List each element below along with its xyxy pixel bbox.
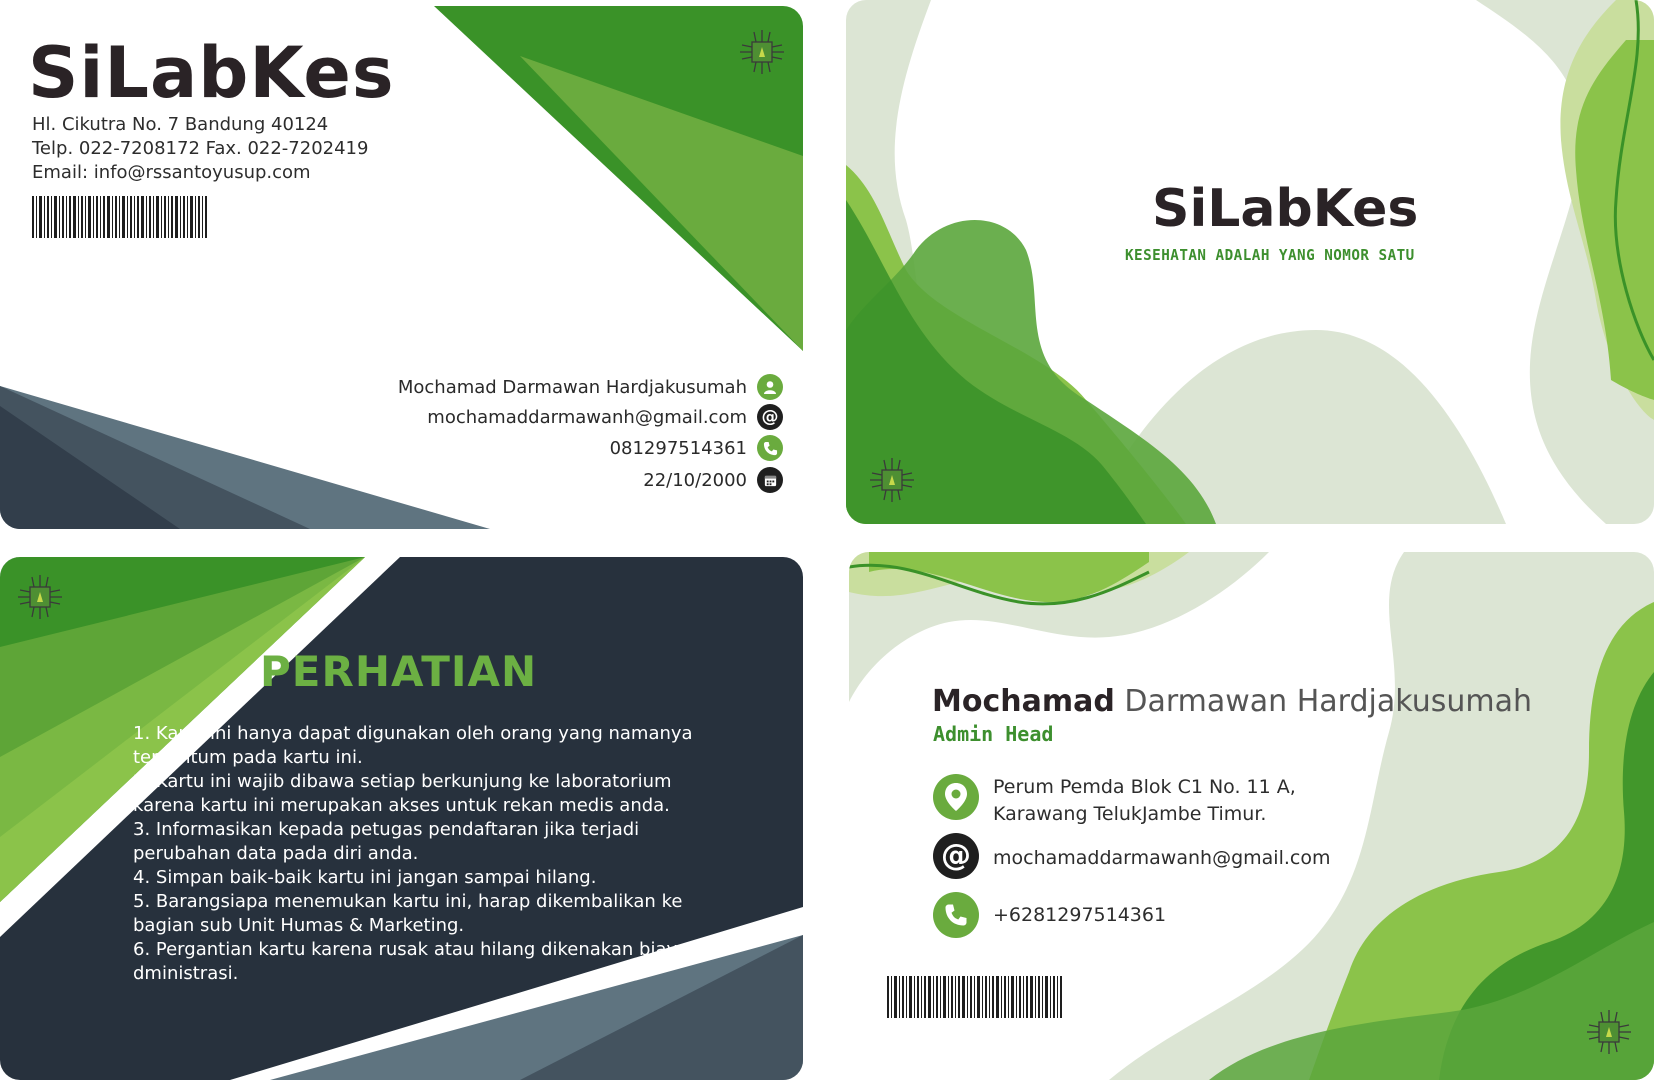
chip-logo-icon: [18, 575, 62, 619]
person-name: Mochamad Darmawan Hardjakusumah: [932, 684, 1532, 719]
contact-date-row: 22/10/2000: [643, 467, 783, 493]
contact-date: 22/10/2000: [643, 469, 747, 491]
user-icon: [757, 374, 783, 400]
phone-text[interactable]: +6281297514361: [993, 904, 1166, 926]
business-card-front: SiLabKes Hl. Cikutra No. 7 Bandung 40124…: [0, 6, 803, 529]
at-icon: @: [757, 404, 783, 430]
contact-phone-row: 081297514361: [610, 435, 783, 461]
rule-line: perubahan data pada diri anda.: [133, 843, 419, 864]
rule-line: bagian sub Unit Humas & Marketing.: [133, 915, 465, 936]
rule-line: 1. Kartu ini hanya dapat digunakan oleh …: [133, 723, 693, 744]
person-last-name: Darmawan Hardjakusumah: [1114, 684, 1532, 719]
location-pin-icon: [933, 774, 979, 820]
chip-logo-icon: [870, 458, 914, 502]
calendar-icon: [757, 467, 783, 493]
chip-logo-icon: [740, 30, 784, 74]
rule-line: 6. Pergantian kartu karena rusak atau hi…: [133, 939, 689, 960]
contact-phone[interactable]: 081297514361: [610, 438, 747, 459]
rule-line: 2. Kartu ini wajib dibawa setiap berkunj…: [133, 771, 672, 792]
person-role: Admin Head: [933, 722, 1054, 746]
contact-email-row: mochamaddarmawanh@gmail.com @: [427, 404, 783, 430]
phone-fax-line: Telp. 022-7208172 Fax. 022-7202419: [32, 138, 369, 159]
phone-icon: [933, 892, 979, 938]
chip-logo-icon: [1587, 1010, 1631, 1054]
person-first-name: Mochamad: [932, 684, 1115, 719]
contact-email[interactable]: mochamaddarmawanh@gmail.com: [427, 407, 747, 428]
rule-line: 3. Informasikan kepada petugas pendaftar…: [133, 819, 640, 840]
business-card-back-profile: Mochamad Darmawan Hardjakusumah Admin He…: [849, 552, 1654, 1080]
brand-title: SiLabKes: [1152, 179, 1419, 239]
at-icon: @: [933, 833, 979, 879]
phone-icon: [757, 435, 783, 461]
business-card-logo-side: SiLabKes KESEHATAN ADALAH YANG NOMOR SAT…: [846, 0, 1654, 524]
barcode-icon: [887, 976, 1062, 1018]
email-line: Email: info@rssantoyusup.com: [32, 162, 311, 183]
rule-line: 4. Simpan baik-baik kartu ini jangan sam…: [133, 867, 597, 888]
address-line: Hl. Cikutra No. 7 Bandung 40124: [32, 114, 329, 135]
address-line-2: Karawang TelukJambe Timur.: [993, 803, 1267, 825]
rule-line: tercantum pada kartu ini.: [133, 747, 363, 768]
notice-heading: PERHATIAN: [260, 647, 538, 696]
rule-line: karena kartu ini merupakan akses untuk r…: [133, 795, 670, 816]
business-card-back-notice: PERHATIAN 1. Kartu ini hanya dapat digun…: [0, 557, 803, 1080]
barcode-icon: [32, 196, 207, 238]
contact-name: Mochamad Darmawan Hardjakusumah: [397, 376, 747, 398]
address-line-1: Perum Pemda Blok C1 No. 11 A,: [993, 776, 1296, 798]
rule-line: 5. Barangsiapa menemukan kartu ini, hara…: [133, 891, 683, 912]
email-text[interactable]: mochamaddarmawanh@gmail.com: [993, 847, 1330, 869]
rule-line: dministrasi.: [133, 963, 239, 984]
contact-name-row: Mochamad Darmawan Hardjakusumah: [398, 374, 783, 400]
tagline: KESEHATAN ADALAH YANG NOMOR SATU: [1125, 246, 1415, 264]
brand-title: SiLabKes: [28, 32, 395, 114]
